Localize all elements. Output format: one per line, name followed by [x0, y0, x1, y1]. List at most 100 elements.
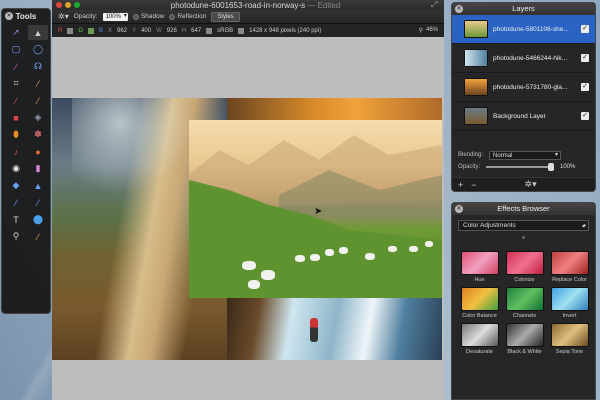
effect-item[interactable]: Hue — [459, 251, 500, 283]
sheep — [339, 247, 348, 254]
line-icon[interactable]: ⁄ — [28, 195, 48, 210]
pen-icon[interactable]: ⁄ — [6, 195, 26, 210]
layer-options-icon[interactable]: ✲▾ — [525, 179, 537, 190]
canvas-area[interactable]: ➤ — [52, 37, 444, 400]
sharpen-icon[interactable]: ▲ — [28, 178, 48, 193]
layers-close-icon[interactable]: ✕ — [455, 5, 463, 13]
layer-row[interactable]: photodune-5801106-she... ✓ — [452, 15, 595, 44]
layer-row[interactable]: photodune-5466244-hik... ✓ — [452, 44, 595, 73]
reflection-checkbox[interactable]: Reflection — [169, 13, 206, 20]
effect-item[interactable]: Color Balance — [459, 287, 500, 319]
lasso-icon[interactable]: ☊ — [28, 59, 48, 74]
effect-item[interactable]: Colorize — [504, 251, 545, 283]
document-title: photodune-6001653-road-in-norway-s — Edi… — [80, 1, 431, 10]
effects-close-icon[interactable]: ✕ — [455, 205, 463, 213]
sheep — [425, 241, 433, 247]
layers-header: ✕ Layers — [452, 3, 595, 15]
rect-select-icon[interactable]: ▢ — [6, 42, 26, 57]
effect-item[interactable]: Sepia Tone — [549, 323, 590, 355]
size-swatch — [238, 27, 245, 34]
effect-item[interactable]: Channels — [504, 287, 545, 319]
opacity-label: Opacity: — [73, 13, 98, 20]
g-label: G — [78, 27, 84, 34]
ellipse-select-icon[interactable]: ◯ — [28, 42, 48, 57]
magic-wand-icon[interactable]: ⁄ — [6, 59, 26, 74]
sheep — [365, 253, 375, 260]
eraser-icon[interactable]: ■ — [6, 110, 26, 125]
x-value: 962 — [117, 27, 128, 34]
burn-icon[interactable]: ♪ — [6, 144, 26, 159]
layer-actions-bar: + − ✲▾ — [452, 177, 595, 191]
add-layer-icon[interactable]: + — [458, 180, 463, 190]
shadow-toggle-icon — [132, 13, 139, 20]
info-bar: R G B X 962 Y 400 W 926 H 647 sRGB 1428 … — [52, 24, 444, 37]
zoom-level[interactable]: 46% — [426, 27, 438, 34]
effect-item[interactable]: Desaturate — [459, 323, 500, 355]
effect-label: Channels — [512, 313, 537, 319]
tools-panel: ✕ Tools ➚ ▲ ▢ ◯ ⁄ ☊ ⌗ ⁄ ⁄ ⁄ ■ ◈ ⬮ ✽ ♪ ● ◉ ▮ ◆ ▲ ⁄ ⁄ T ⬤ ⚲ ⁄ — [1, 8, 51, 314]
crop-icon[interactable]: ⌗ — [6, 76, 26, 91]
effect-preview — [505, 287, 544, 311]
layer-visibility-checkbox[interactable]: ✓ — [581, 83, 589, 91]
zoom-icon-small[interactable]: ⚲ — [419, 27, 423, 34]
close-window-button[interactable] — [56, 2, 62, 8]
title-bar: photodune-6001653-road-in-norway-s — Edi… — [52, 0, 444, 10]
effect-label: Replace Color — [552, 277, 587, 283]
remove-layer-icon[interactable]: − — [471, 180, 476, 190]
gear-icon[interactable]: ✲▾ — [58, 12, 69, 21]
fullscreen-icon[interactable]: ⤢ — [431, 0, 441, 10]
effects-category-select[interactable]: Color Adjustments — [458, 220, 589, 231]
text-icon[interactable]: T — [6, 212, 26, 227]
climber-figure — [310, 318, 318, 342]
blur-icon[interactable]: ◆ — [6, 178, 26, 193]
shape-icon[interactable]: ⬤ — [28, 212, 48, 227]
tools-title: Tools — [15, 12, 37, 21]
shadow-label: Shadow — [140, 13, 165, 20]
sheep — [261, 270, 275, 280]
layer-opacity-slider[interactable] — [486, 163, 555, 171]
pencil-icon[interactable]: ⁄ — [28, 93, 48, 108]
brush-icon[interactable]: ⁄ — [6, 93, 26, 108]
arrow-select-icon[interactable]: ➚ — [6, 25, 26, 40]
move-pointer-icon[interactable]: ▲ — [28, 25, 48, 40]
clone-icon[interactable]: ✽ — [28, 127, 48, 142]
effects-header: ✕ Effects Browser — [452, 203, 595, 215]
effect-item[interactable]: Black & White — [504, 323, 545, 355]
y-value: 400 — [141, 27, 152, 34]
effect-label: Sepia Tone — [555, 349, 584, 355]
layer-row[interactable]: photodune-5731780-gla... ✓ — [452, 73, 595, 102]
mouse-cursor-icon: ➤ — [314, 206, 323, 217]
eyedropper-icon[interactable]: ⁄ — [28, 76, 48, 91]
effects-grid: Hue Colorize Replace Color Color Balance Cha… — [459, 251, 590, 355]
layer-thumbnail — [464, 49, 488, 67]
image-canvas[interactable] — [52, 98, 442, 360]
slider-knob[interactable] — [548, 163, 555, 171]
red-eye-icon[interactable]: ◉ — [6, 161, 26, 176]
effect-preview — [460, 323, 499, 347]
minimize-window-button[interactable] — [65, 2, 71, 8]
bandage-icon[interactable]: ▮ — [28, 161, 48, 176]
paint-bucket-icon[interactable]: ◈ — [28, 110, 48, 125]
w-label: W — [156, 27, 162, 34]
effect-item[interactable]: Invert — [549, 287, 590, 319]
smudge-icon[interactable]: ⬮ — [6, 127, 26, 142]
layer-opacity-label: Opacity: — [458, 164, 481, 170]
styles-button[interactable]: Styles — [211, 11, 240, 22]
r-label: R — [58, 27, 63, 34]
layer-visibility-checkbox[interactable]: ✓ — [581, 25, 589, 33]
shadow-checkbox[interactable]: Shadow — [132, 13, 165, 20]
color-picker-icon[interactable]: ⁄ — [28, 229, 48, 244]
document-window: photodune-6001653-road-in-norway-s — Edi… — [52, 0, 444, 400]
layer-properties: Blending: Normal Opacity: 100% — [452, 145, 595, 177]
effect-label: Color Balance — [462, 313, 497, 319]
opacity-row: Opacity: 100% — [458, 161, 589, 173]
dodge-icon[interactable]: ● — [28, 144, 48, 159]
zoom-icon[interactable]: ⚲ — [6, 229, 26, 244]
blending-select[interactable]: Normal — [489, 150, 562, 160]
layer-row[interactable]: Background Layer ✓ — [452, 102, 595, 131]
layer-visibility-checkbox[interactable]: ✓ — [581, 112, 589, 120]
layer-visibility-checkbox[interactable]: ✓ — [581, 54, 589, 62]
opacity-select[interactable]: 100% — [102, 12, 128, 21]
effect-label: Desaturate — [466, 349, 493, 355]
effect-item[interactable]: Replace Color — [549, 251, 590, 283]
